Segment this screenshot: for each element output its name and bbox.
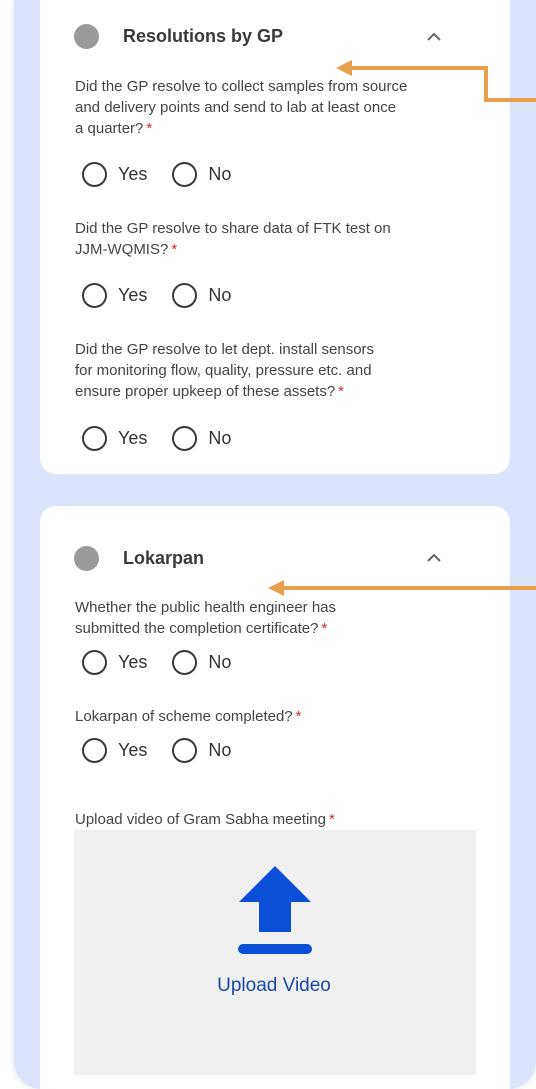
required-asterisk: * bbox=[338, 383, 345, 400]
required-asterisk: * bbox=[146, 120, 153, 137]
upload-label: Upload video of Gram Sabha meeting * bbox=[75, 809, 485, 830]
radio-label: Yes bbox=[118, 428, 148, 448]
section-header-lokarpan[interactable]: Lokarpan bbox=[74, 546, 204, 571]
radio-option-no[interactable]: No bbox=[172, 738, 231, 763]
radio-option-yes[interactable]: Yes bbox=[82, 650, 147, 675]
question-text-line: submitted the completion certificate? bbox=[75, 620, 319, 637]
annotation-arrow-icon bbox=[268, 580, 536, 596]
radio-unchecked-icon[interactable] bbox=[82, 738, 107, 763]
required-asterisk: * bbox=[295, 708, 302, 725]
radio-unchecked-icon[interactable] bbox=[172, 283, 198, 308]
radio-label: No bbox=[208, 164, 232, 184]
question-2: Did the GP resolve to share data of FTK … bbox=[75, 218, 485, 260]
radio-option-yes[interactable]: Yes bbox=[82, 283, 147, 308]
status-dot-icon bbox=[74, 546, 99, 571]
radio-option-no[interactable]: No bbox=[172, 283, 231, 308]
radio-unchecked-icon[interactable] bbox=[82, 283, 107, 308]
question-text-line: Whether the public health engineer has bbox=[75, 599, 337, 616]
status-dot-icon bbox=[74, 24, 99, 49]
question-text-line: for monitoring flow, quality, pressure e… bbox=[75, 362, 372, 379]
required-asterisk: * bbox=[171, 241, 178, 258]
radio-unchecked-icon[interactable] bbox=[172, 650, 198, 675]
annotation-arrow-icon bbox=[336, 60, 536, 102]
radio-unchecked-icon[interactable] bbox=[172, 426, 198, 451]
radio-label: Yes bbox=[118, 740, 148, 760]
chevron-up-icon[interactable] bbox=[424, 30, 444, 44]
radio-unchecked-icon[interactable] bbox=[82, 162, 107, 187]
radio-label: No bbox=[208, 652, 232, 672]
question-text-line: ensure proper upkeep of these assets? bbox=[75, 383, 336, 400]
radio-label: No bbox=[208, 428, 232, 448]
radio-label: Yes bbox=[118, 285, 148, 305]
required-asterisk: * bbox=[328, 811, 335, 828]
question-text-line: a quarter? bbox=[75, 120, 144, 137]
required-asterisk: * bbox=[321, 620, 328, 637]
question-text-line: Did the GP resolve to let dept. install … bbox=[75, 341, 375, 358]
question-text-line: Lokarpan of scheme completed? bbox=[75, 708, 293, 725]
question-text-line: Did the GP resolve to share data of FTK … bbox=[75, 220, 391, 237]
radio-option-yes[interactable]: Yes bbox=[82, 738, 147, 763]
radio-group-q2: Yes No bbox=[82, 283, 256, 308]
radio-option-yes[interactable]: Yes bbox=[82, 426, 147, 451]
radio-group-q3: Yes No bbox=[82, 426, 256, 451]
radio-label: Yes bbox=[118, 652, 148, 672]
chevron-up-icon[interactable] bbox=[424, 551, 444, 565]
section-title: Lokarpan bbox=[123, 548, 205, 568]
radio-group-q5: Yes No bbox=[82, 738, 256, 763]
upload-label-text: Upload video of Gram Sabha meeting bbox=[75, 811, 326, 828]
radio-label: No bbox=[208, 285, 232, 305]
question-text-line: JJM-WQMIS? bbox=[75, 241, 169, 258]
radio-label: Yes bbox=[118, 164, 148, 184]
upload-video-button[interactable]: Upload Video bbox=[217, 975, 331, 997]
radio-unchecked-icon[interactable] bbox=[172, 162, 198, 187]
radio-unchecked-icon[interactable] bbox=[172, 738, 198, 763]
radio-unchecked-icon[interactable] bbox=[82, 650, 107, 675]
question-3: Did the GP resolve to let dept. install … bbox=[75, 339, 485, 402]
radio-option-no[interactable]: No bbox=[172, 650, 231, 675]
radio-option-no[interactable]: No bbox=[172, 426, 231, 451]
radio-group-q4: Yes No bbox=[82, 650, 256, 675]
radio-option-no[interactable]: No bbox=[172, 162, 231, 187]
radio-unchecked-icon[interactable] bbox=[82, 426, 107, 451]
question-5: Lokarpan of scheme completed? * bbox=[75, 706, 485, 727]
section-header-resolutions[interactable]: Resolutions by GP bbox=[74, 24, 283, 49]
radio-group-q1: Yes No bbox=[82, 162, 256, 187]
section-title: Resolutions by GP bbox=[123, 26, 284, 46]
question-4: Whether the public health engineer has s… bbox=[75, 597, 485, 639]
upload-arrow-icon[interactable] bbox=[235, 866, 315, 958]
radio-label: No bbox=[208, 740, 232, 760]
radio-option-yes[interactable]: Yes bbox=[82, 162, 147, 187]
